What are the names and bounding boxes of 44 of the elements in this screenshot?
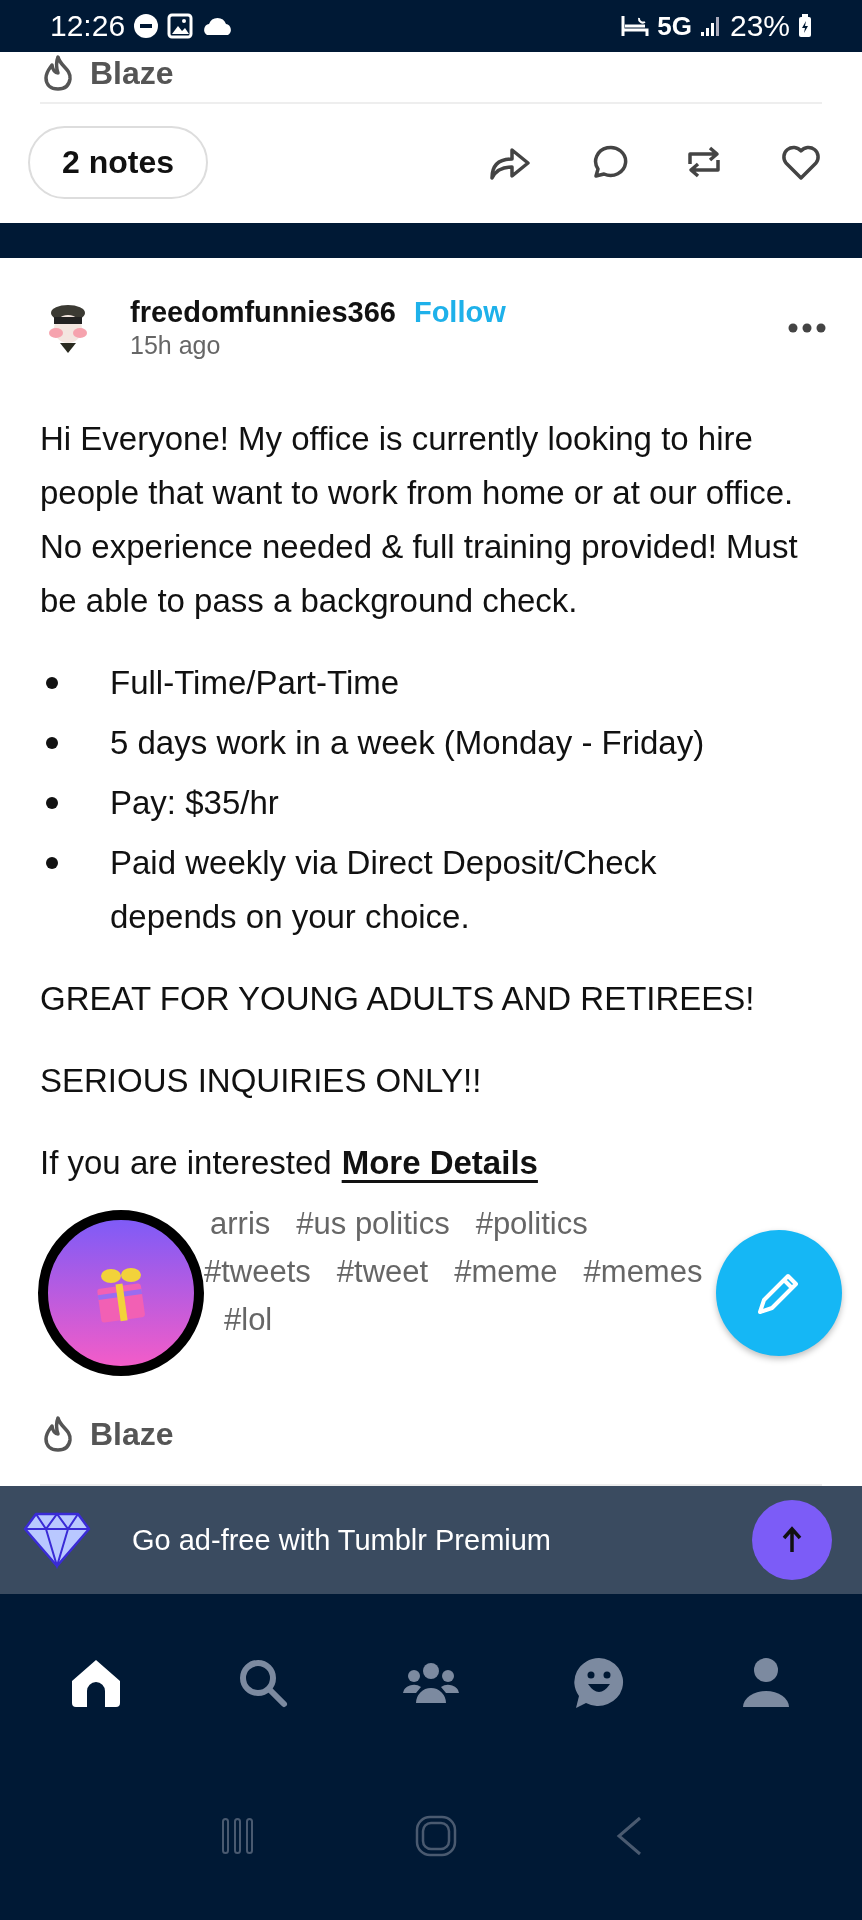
- tag-link[interactable]: #meme: [454, 1248, 558, 1296]
- bullet-text: Paid weekly via Direct Deposit/Check depends on your choice.: [110, 843, 658, 937]
- bullet-icon: [46, 677, 58, 689]
- home-nav-icon[interactable]: [415, 1815, 457, 1857]
- tag-link[interactable]: #politics: [475, 1200, 588, 1248]
- image-icon: [167, 13, 194, 39]
- profile-icon[interactable]: [741, 1657, 792, 1709]
- bed-icon: [621, 14, 650, 38]
- bullet-icon: [46, 737, 58, 749]
- group-icon[interactable]: [402, 1661, 460, 1705]
- arrow-up-icon: [781, 1526, 803, 1554]
- tag-link[interactable]: arris: [210, 1200, 271, 1248]
- username[interactable]: freedomfunnies366: [130, 296, 396, 329]
- blaze-button[interactable]: Blaze: [90, 1415, 174, 1453]
- post-paragraph: If you are interested: [40, 1143, 332, 1183]
- premium-banner[interactable]: Go ad-free with Tumblr Premium: [0, 1486, 862, 1594]
- bullet-icon: [46, 857, 58, 869]
- smiley-chat-icon[interactable]: [571, 1656, 626, 1710]
- search-icon[interactable]: [237, 1657, 290, 1709]
- battery-icon: [798, 14, 812, 38]
- tag-link[interactable]: #us politics: [296, 1200, 450, 1248]
- diamond-icon: [22, 1511, 92, 1569]
- post-paragraph: Hi Everyone! My office is currently looking to hire people that want to work from home or at our office. No experience needed & full training provided! Must be able to pass a background check.: [40, 419, 799, 621]
- clock: 12:26: [50, 9, 126, 43]
- bullet-text: Full-Time/Part-Time: [110, 663, 400, 703]
- notes-button[interactable]: 2 notes: [28, 125, 209, 199]
- post-paragraph: GREAT FOR YOUNG ADULTS AND RETIREES!: [40, 979, 756, 1019]
- bullet-text: 5 days work in a week (Monday - Friday): [110, 723, 705, 763]
- more-icon[interactable]: [788, 323, 826, 333]
- bullet-text: Pay: $35/hr: [110, 783, 279, 823]
- dnd-icon: [133, 13, 160, 39]
- post-paragraph: SERIOUS INQUIRIES ONLY!!: [40, 1061, 483, 1101]
- tag-link[interactable]: #tweets: [204, 1248, 311, 1296]
- bullet-icon: [46, 797, 58, 809]
- tag-link[interactable]: #lol: [224, 1296, 273, 1344]
- signal-icon: [699, 15, 722, 37]
- tag-link[interactable]: #memes: [583, 1248, 703, 1296]
- banner-text: Go ad-free with Tumblr Premium: [132, 1523, 552, 1557]
- more-details-link[interactable]: More Details: [341, 1144, 538, 1182]
- post-time: 15h ago: [130, 331, 221, 360]
- network-label: 5G: [657, 10, 692, 42]
- tag-link[interactable]: #tweet: [336, 1248, 429, 1296]
- battery-percent: 23%: [729, 9, 790, 43]
- blaze-button[interactable]: Blaze: [90, 54, 174, 92]
